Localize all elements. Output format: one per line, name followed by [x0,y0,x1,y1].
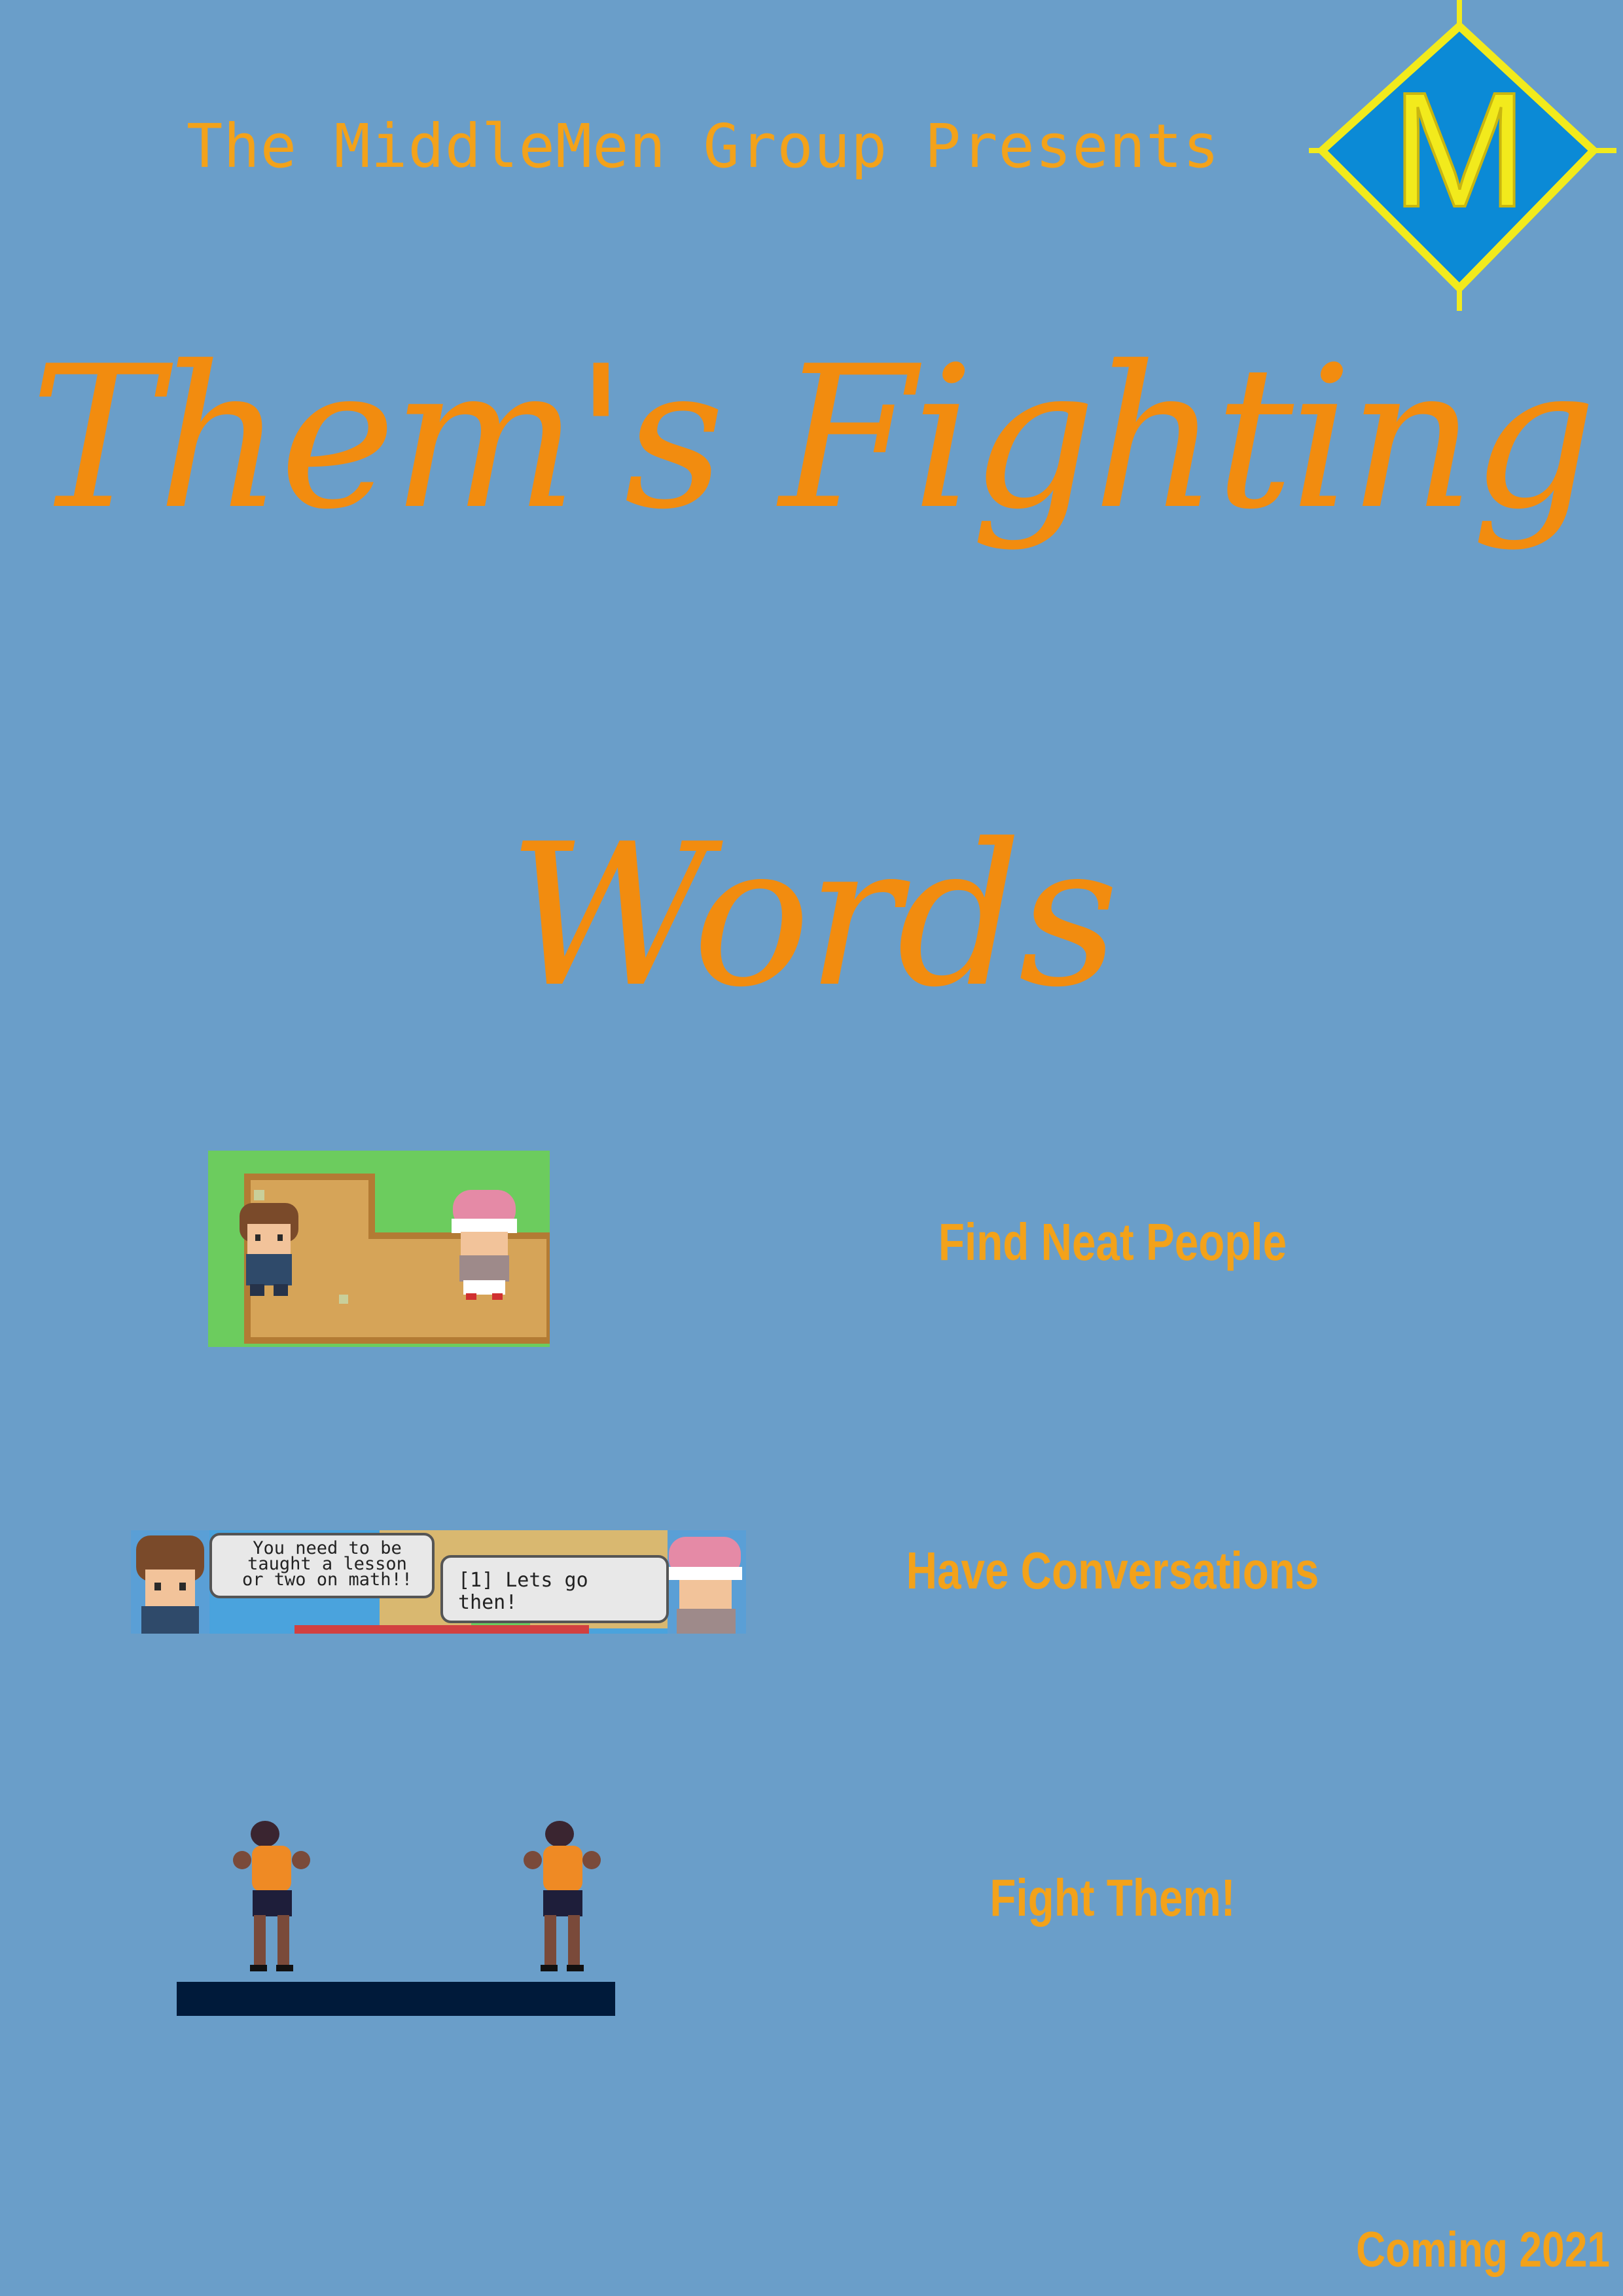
feature-fight: Fight Them! [990,1869,1236,1927]
coming-date: Coming 2021 [1356,2222,1610,2278]
middlemen-logo-icon: M [1309,0,1616,311]
speech-bubble-right: [1] Lets go then! [458,1570,588,1614]
reply-line-2: then! [458,1591,518,1614]
feature-conversations: Have Conversations [906,1541,1319,1600]
title-line-2: Words [507,802,1119,1030]
boy-sprite-icon [240,1203,298,1296]
fight-screenshot [177,1821,615,2016]
presents-heading: The MiddleMen Group Presents [187,111,1220,181]
title-line-1: Them's Fighting [29,324,1597,552]
speech-bubble-left: You need to be taught a lesson or two on… [216,1539,438,1590]
reply-line-1: [1] Lets go [458,1569,588,1592]
dialogue-screenshot: You need to be taught a lesson or two on… [131,1530,746,1634]
logo-letter: M [1391,58,1527,241]
poster: { "header": { "presents": "The MiddleMen… [0,0,1623,2296]
fight-floor [177,1982,615,2016]
feature-find-people: Find Neat People [938,1213,1287,1271]
overworld-screenshot [208,1151,550,1347]
boxer-right-icon [524,1821,601,1971]
speech-line-3: or two on math!! [241,1570,413,1590]
boxer-left-icon [233,1821,310,1971]
